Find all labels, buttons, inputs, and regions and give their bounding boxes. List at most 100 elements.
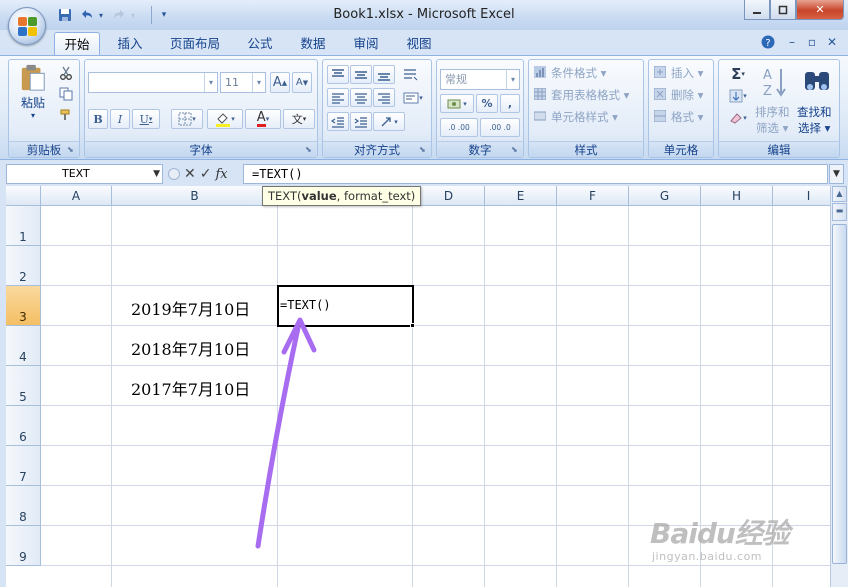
row-header-5[interactable]: 5 <box>6 366 41 406</box>
name-box[interactable]: TEXT ▼ <box>6 164 163 184</box>
percent-button[interactable]: % <box>476 94 498 113</box>
font-group-label: 字体 <box>85 141 317 157</box>
fill-color-button[interactable]: ▾ <box>207 109 243 129</box>
alignment-launcher-icon[interactable]: ⬊ <box>419 145 429 155</box>
scroll-up-icon[interactable]: ▲ <box>832 186 847 202</box>
cut-icon[interactable] <box>57 64 75 82</box>
column-header-h[interactable]: H <box>701 186 773 206</box>
bold-button[interactable]: B <box>88 109 108 129</box>
cell-b5[interactable]: 2017年7月10日 <box>131 376 250 400</box>
autosum-button[interactable]: Σ ▾ <box>723 64 753 84</box>
decrease-indent-icon[interactable] <box>327 112 349 131</box>
clear-icon[interactable]: ▾ <box>723 108 753 128</box>
tab-view[interactable]: 视图 <box>397 32 441 55</box>
format-as-table-button[interactable]: 套用表格格式 ▾ <box>551 87 629 103</box>
shrink-font-button[interactable]: A ▼ <box>292 72 312 93</box>
copy-icon[interactable] <box>57 85 75 103</box>
align-left-icon[interactable] <box>327 88 349 107</box>
grow-font-button[interactable]: A ▲ <box>270 72 290 93</box>
chevron-down-icon[interactable]: ▼ <box>153 165 160 183</box>
expand-formula-bar-icon[interactable]: ▼ <box>829 164 844 184</box>
column-header-f[interactable]: F <box>557 186 629 206</box>
ribbon-restore-icon[interactable]: ▫ <box>804 35 820 51</box>
align-bottom-icon[interactable] <box>373 65 395 84</box>
insert-cells-button[interactable]: 插入 ▾ <box>671 65 703 81</box>
help-icon[interactable]: ? <box>760 35 776 51</box>
borders-button[interactable]: ▾ <box>171 109 203 129</box>
underline-button[interactable]: U ▾ <box>132 109 160 129</box>
tab-data[interactable]: 数据 <box>291 32 335 55</box>
row-header-3[interactable]: 3 <box>6 286 41 326</box>
insert-function-icon[interactable]: fx <box>215 167 227 182</box>
comma-button[interactable]: , <box>500 94 520 113</box>
shrink-font-label: A <box>295 77 303 88</box>
fill-icon[interactable]: ▾ <box>723 86 753 106</box>
tab-home[interactable]: 开始 <box>54 32 100 55</box>
sort-filter-button[interactable]: 排序和 筛选 ▾ <box>755 104 790 136</box>
row-header-6[interactable]: 6 <box>6 406 41 446</box>
row-header-1[interactable]: 1 <box>6 206 41 246</box>
row-header-7[interactable]: 7 <box>6 446 41 486</box>
split-box-icon[interactable]: ▬ <box>832 203 847 221</box>
ribbon-close-icon[interactable]: ✕ <box>824 35 840 51</box>
align-right-icon[interactable] <box>373 88 395 107</box>
phonetic-button[interactable]: 文 ▾ <box>283 109 315 129</box>
format-cells-button[interactable]: 格式 ▾ <box>671 109 703 125</box>
delete-cells-button[interactable]: 删除 ▾ <box>671 87 703 103</box>
tooltip-current-argument[interactable]: value <box>301 189 336 203</box>
ribbon-minimize-icon[interactable]: – <box>784 35 800 51</box>
row-header-4[interactable]: 4 <box>6 326 41 366</box>
cell-styles-button[interactable]: 单元格样式 ▾ <box>551 109 618 125</box>
increase-decimal-button[interactable]: .0 .00 <box>440 118 478 137</box>
formula-input[interactable]: =TEXT() <box>243 164 828 184</box>
find-select-button[interactable]: 查找和 选择 ▾ <box>797 104 832 136</box>
restore-button[interactable] <box>770 0 796 20</box>
format-painter-icon[interactable] <box>57 106 75 124</box>
tab-insert[interactable]: 插入 <box>108 32 152 55</box>
accounting-format-button[interactable]: ▾ <box>440 94 474 113</box>
font-size-combo[interactable]: 11 ▾ <box>220 72 266 93</box>
row-header-9[interactable]: 9 <box>6 526 41 566</box>
fill-handle[interactable] <box>410 323 415 328</box>
tab-formulas[interactable]: 公式 <box>238 32 282 55</box>
italic-button[interactable]: I <box>110 109 130 129</box>
font-color-button[interactable]: A ▾ <box>245 109 281 129</box>
tab-page-layout[interactable]: 页面布局 <box>162 32 228 55</box>
vertical-scrollbar[interactable]: ▲ ▬ <box>830 186 848 587</box>
align-center-icon[interactable] <box>350 88 372 107</box>
minimize-button[interactable] <box>744 0 770 20</box>
cell-b3[interactable]: 2019年7月10日 <box>131 296 250 320</box>
close-button[interactable]: ✕ <box>796 0 844 20</box>
scrollbar-thumb[interactable] <box>832 224 847 564</box>
align-top-icon[interactable] <box>327 65 349 84</box>
font-launcher-icon[interactable]: ⬊ <box>305 145 315 155</box>
orientation-icon[interactable] <box>399 65 421 84</box>
cell-b4[interactable]: 2018年7月10日 <box>131 336 250 360</box>
wrap-text-icon[interactable]: ▾ <box>399 88 427 107</box>
column-header-a[interactable]: A <box>41 186 112 206</box>
row-header-8[interactable]: 8 <box>6 486 41 526</box>
align-middle-icon[interactable] <box>350 65 372 84</box>
paste-button[interactable]: 粘贴 ▾ <box>13 64 53 120</box>
number-format-combo[interactable]: 常规 ▾ <box>440 69 520 90</box>
clipboard-launcher-icon[interactable]: ⬊ <box>67 145 77 155</box>
conditional-format-button[interactable]: 条件格式 ▾ <box>551 65 606 81</box>
office-button[interactable] <box>8 7 46 45</box>
font-name-combo[interactable]: ▾ <box>88 72 218 93</box>
cancel-icon[interactable]: ✕ <box>184 166 196 182</box>
decrease-decimal-button[interactable]: .00 .0 <box>480 118 520 137</box>
column-header-g[interactable]: G <box>629 186 701 206</box>
active-cell-c3[interactable]: =TEXT() <box>277 285 414 327</box>
column-header-b[interactable]: B <box>112 186 278 206</box>
tab-review[interactable]: 审阅 <box>344 32 388 55</box>
splitter-icon[interactable] <box>168 168 180 180</box>
enter-icon[interactable]: ✓ <box>200 166 212 182</box>
number-launcher-icon[interactable]: ⬊ <box>511 145 521 155</box>
column-header-e[interactable]: E <box>485 186 557 206</box>
text-direction-icon[interactable]: ▾ <box>373 112 405 131</box>
column-header-d[interactable]: D <box>413 186 485 206</box>
row-header-2[interactable]: 2 <box>6 246 41 286</box>
column-header-i[interactable]: I <box>773 186 830 206</box>
increase-indent-icon[interactable] <box>350 112 372 131</box>
select-all-corner[interactable] <box>6 186 41 206</box>
